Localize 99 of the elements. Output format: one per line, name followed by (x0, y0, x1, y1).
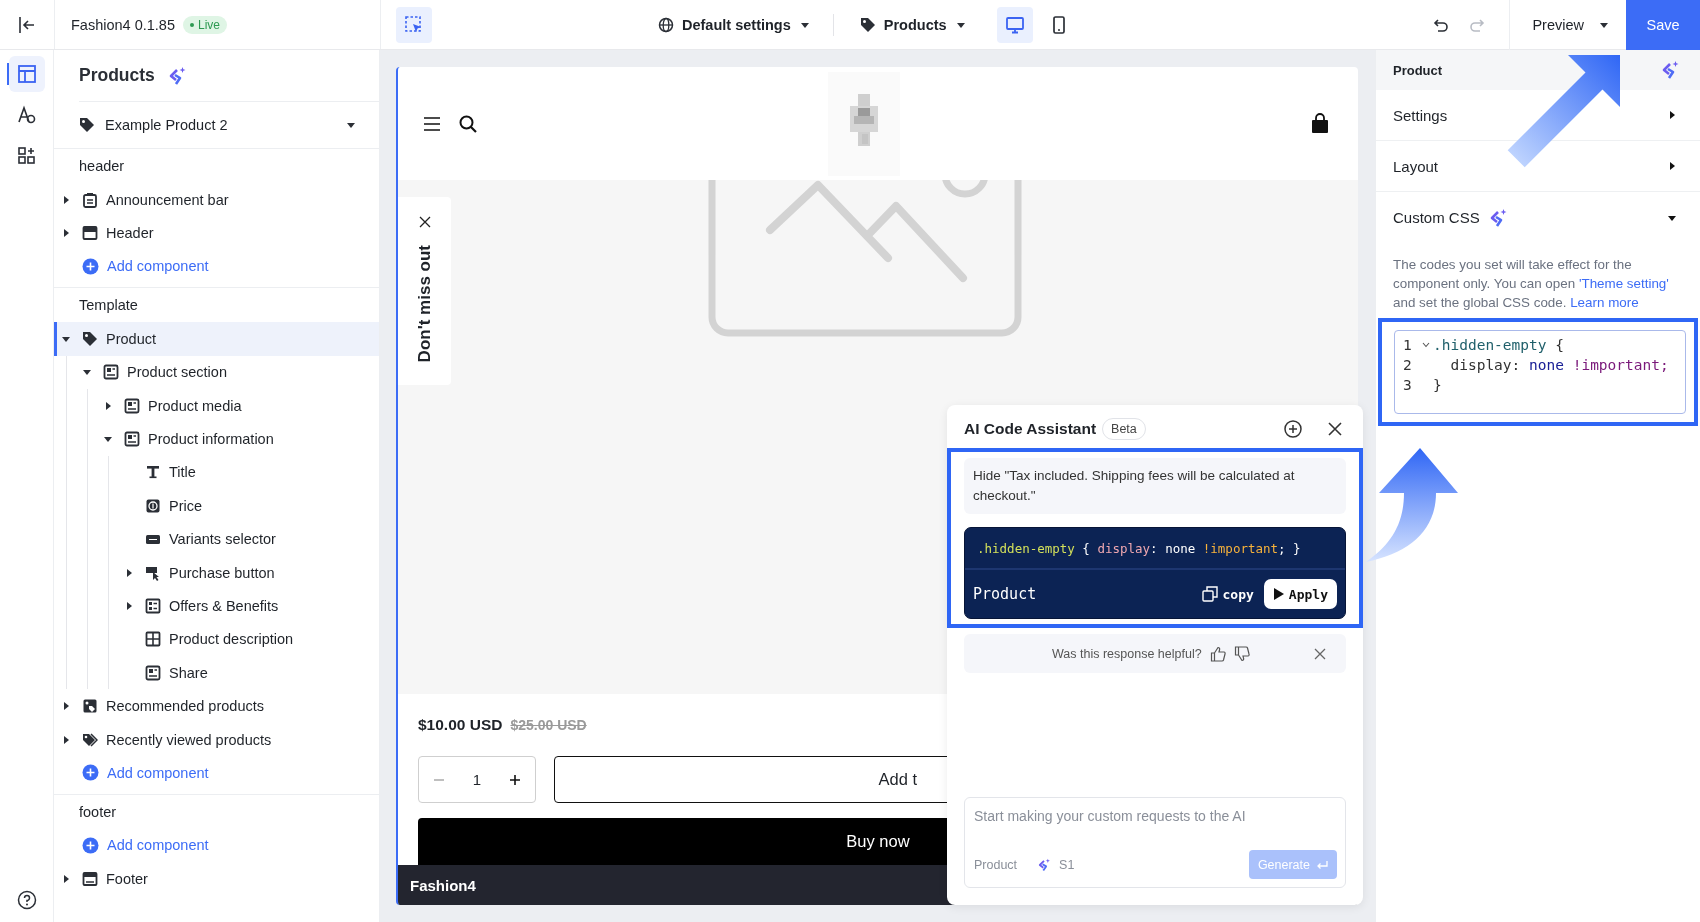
tag-icon (82, 330, 98, 347)
tree-item[interactable]: Product description (117, 622, 379, 657)
text-icon (145, 464, 161, 481)
code-line: } (1433, 377, 1442, 393)
add-component-link[interactable]: Add component (54, 828, 209, 863)
price: $10.00 USD (418, 716, 503, 734)
line-number: 1 (1403, 337, 1413, 353)
tree-item[interactable]: Product information (96, 422, 379, 456)
close-icon[interactable] (417, 215, 432, 229)
layout-icon (16, 64, 37, 84)
section-heading: footer (79, 803, 117, 820)
tree-item[interactable]: Footer (54, 862, 379, 896)
section-heading: Template (79, 297, 138, 314)
quantity-stepper[interactable]: 1 (418, 756, 536, 803)
feedback-question: Was this response helpful? (1052, 646, 1202, 661)
desktop-icon (1004, 14, 1025, 35)
tag-icon (79, 117, 95, 133)
accordion-header[interactable]: Custom CSS (1376, 192, 1700, 243)
apply-button[interactable]: Apply (1263, 579, 1337, 609)
code-line: display: none !important; (1449, 357, 1669, 373)
enter-icon (1316, 859, 1328, 870)
copy-icon (1201, 586, 1218, 602)
grid-icon (145, 631, 161, 648)
globe-icon (658, 16, 674, 33)
ai-logo-icon (1660, 60, 1680, 80)
thumbs-down-icon[interactable] (1233, 645, 1250, 662)
search-icon[interactable] (458, 113, 478, 134)
help-text: The codes you set will take effect for the component only. You can open 'Theme setting' and set the global CSS code. Learn more (1392, 256, 1670, 312)
section-icon (124, 431, 140, 448)
tree-item[interactable]: Purchase button (117, 555, 379, 590)
prompt-message: Hide "Tax included. Shipping fees will be calculated at checkout." (964, 458, 1346, 514)
cursor-icon (145, 564, 161, 581)
ai-logo-icon (1037, 857, 1052, 872)
product-select[interactable]: Example Product 2 (54, 102, 379, 149)
copy-button[interactable]: copy (1201, 586, 1254, 602)
sidebar-title: Products (79, 65, 155, 86)
panel-title: Product (1393, 62, 1443, 78)
link[interactable]: 'Theme setting' (1578, 276, 1669, 291)
section-icon (124, 397, 140, 414)
plus-circle-icon (82, 836, 99, 854)
new-chat-icon[interactable] (1283, 418, 1303, 439)
plus-circle-icon (82, 257, 99, 275)
add-component-link[interactable]: Add component (54, 756, 209, 790)
price-icon (145, 497, 161, 514)
quantity-value: 1 (472, 771, 482, 788)
device-toggle[interactable] (996, 6, 1033, 43)
bag-icon[interactable] (1310, 112, 1330, 135)
popup-text: Don't miss out (414, 245, 435, 363)
plus-icon[interactable] (509, 773, 521, 786)
tree-item[interactable]: Price (117, 489, 379, 523)
line-number: 2 (1403, 357, 1413, 373)
help-icon[interactable] (17, 890, 37, 910)
tree-item[interactable]: Title (117, 455, 379, 490)
code-line: .hidden-empty { (1433, 337, 1564, 353)
close-icon[interactable] (1327, 420, 1343, 437)
footer-brand: Fashion4 (410, 876, 476, 894)
popup-tab[interactable]: Don't miss out (398, 197, 451, 385)
section-icon (145, 664, 161, 681)
settings-dropdown[interactable]: Default settings (658, 6, 811, 43)
section-heading: header (79, 158, 125, 174)
add-component-link[interactable]: Add component (54, 249, 209, 284)
tree-item[interactable]: Product section (75, 355, 379, 389)
thumbs-up-icon[interactable] (1209, 645, 1226, 662)
gallery-icon (82, 698, 98, 715)
compare-price: $25.00 USD (510, 717, 587, 733)
tree-item[interactable]: Product media (96, 388, 379, 423)
page-dropdown[interactable]: Products (859, 6, 967, 43)
tree-item[interactable]: Recently viewed products (54, 722, 379, 757)
code-snippet: .hidden-empty { display: none !important; } (977, 540, 1301, 556)
list-icon (145, 598, 161, 614)
plus-circle-icon (82, 764, 99, 782)
exit-icon[interactable] (17, 14, 37, 35)
tree-item[interactable]: Recommended products (54, 689, 379, 723)
tree-item[interactable]: Announcement bar (54, 183, 379, 217)
clipboard-icon (82, 191, 98, 208)
fold-chevron-icon[interactable] (1422, 342, 1430, 348)
tree-item[interactable]: Product (54, 322, 379, 356)
tags-icon (82, 731, 98, 748)
status-badge: Live (183, 15, 227, 34)
link[interactable]: Learn more (1570, 295, 1639, 310)
tree-item[interactable]: Variants selector (117, 522, 379, 556)
line-number: 3 (1403, 377, 1413, 393)
font-style-icon (16, 105, 37, 125)
header-icon (82, 225, 98, 242)
tree-item[interactable]: Share (117, 656, 379, 690)
app-title: Fashion4 0.1.85 (71, 16, 175, 33)
footer-icon (82, 870, 98, 887)
section-icon (103, 364, 119, 381)
code-scope: Product (973, 585, 1038, 603)
tree-item[interactable]: Offers & Benefits (117, 589, 379, 623)
assistant-title: AI Code Assistant (964, 419, 1097, 438)
select-tool-button[interactable] (396, 6, 432, 43)
tag-icon (859, 16, 876, 33)
tree-item[interactable]: Header (54, 216, 379, 250)
play-icon (1272, 588, 1285, 600)
add-widget-icon (16, 146, 37, 166)
code-editor[interactable]: 1 .hidden-empty { 2 display: none !important; 3 } (1394, 330, 1686, 414)
select-tool-icon (404, 14, 424, 35)
save-button[interactable]: Save (1626, 0, 1700, 50)
